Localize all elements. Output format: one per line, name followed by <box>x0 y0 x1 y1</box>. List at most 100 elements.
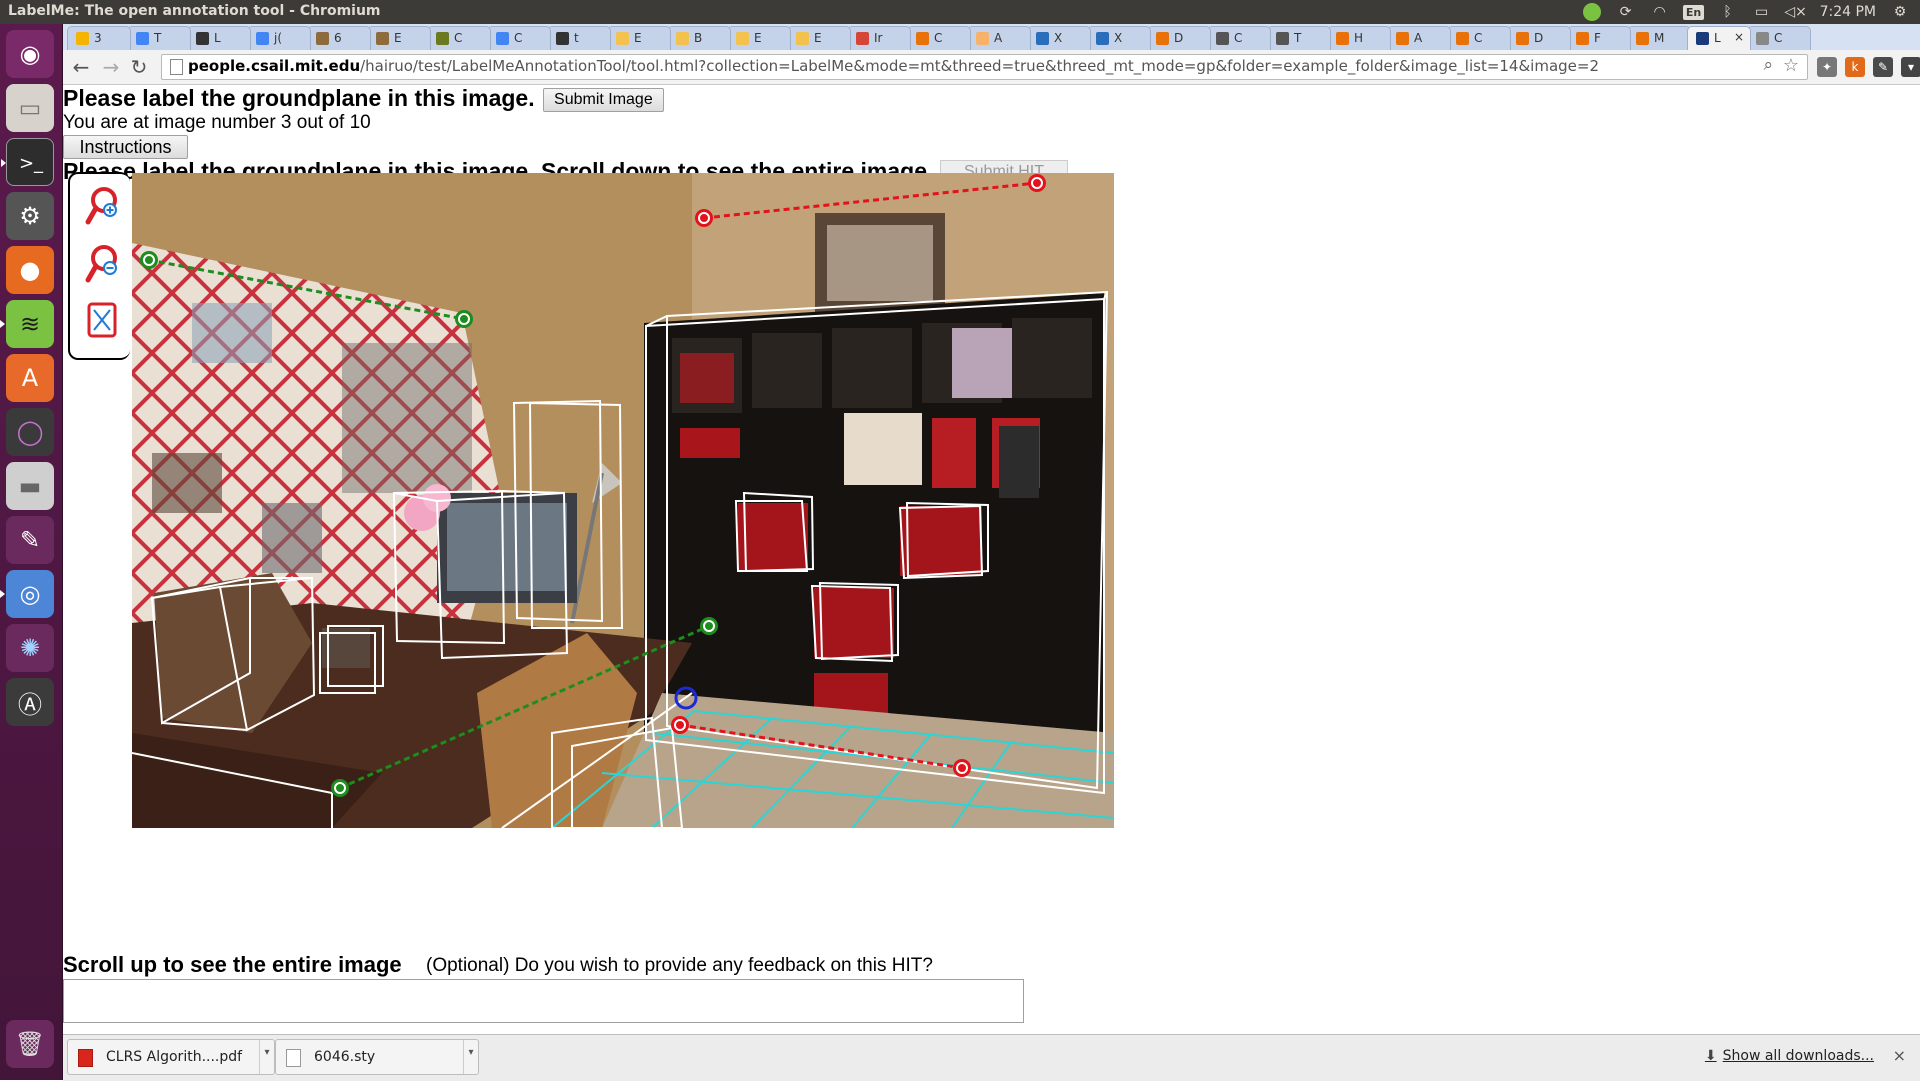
green-control-point[interactable] <box>700 617 718 635</box>
system-settings-icon[interactable]: ⚙ <box>6 192 54 240</box>
close-downloads-icon[interactable]: × <box>1893 1046 1906 1065</box>
bookmark-star-icon[interactable]: ☆ <box>1783 55 1799 76</box>
download-menu-chevron-icon[interactable]: ▾ <box>259 1040 274 1074</box>
extension-pen-icon[interactable]: ✎ <box>1873 57 1893 77</box>
browser-tab[interactable]: T <box>1267 26 1331 50</box>
tab-label: D <box>1534 31 1544 45</box>
terminal-icon[interactable]: >_ <box>1 138 54 186</box>
shotwell-icon[interactable]: ◯ <box>6 408 54 456</box>
clock[interactable]: 7:24 PM <box>1820 4 1876 20</box>
browser-toolbar: ← → ↻ people.csail.mit.edu/hairuo/test/L… <box>63 50 1920 85</box>
browser-tab[interactable]: E <box>787 26 851 50</box>
software-updater-icon[interactable]: Ⓐ <box>6 678 54 726</box>
browser-tab[interactable]: 3 <box>67 26 131 50</box>
browser-tab[interactable]: C <box>487 26 551 50</box>
browser-tab[interactable]: C <box>427 26 491 50</box>
dash-home-icon[interactable]: ◉ <box>6 30 54 78</box>
software-center-icon[interactable]: A <box>6 354 54 402</box>
app-swirl-icon[interactable]: ✺ <box>6 624 54 672</box>
tab-label: C <box>1774 31 1783 45</box>
tab-label: F <box>1594 31 1601 45</box>
download-arrow-icon: ⬇ <box>1704 1048 1717 1064</box>
browser-tab[interactable]: D <box>1507 26 1571 50</box>
firefox-icon[interactable]: ● <box>6 246 54 294</box>
browser-tab[interactable]: X <box>1087 26 1151 50</box>
battery-icon[interactable]: ▭ <box>1752 2 1772 22</box>
session-gear-icon[interactable]: ⚙ <box>1890 2 1910 22</box>
tab-label: C <box>1234 31 1243 45</box>
forward-button[interactable]: → <box>99 55 123 79</box>
browser-tab[interactable]: j( <box>247 26 311 50</box>
browser-tab[interactable]: D <box>1147 26 1211 50</box>
pocket-icon[interactable]: ▾ <box>1901 57 1920 77</box>
browser-tab[interactable]: C <box>1747 26 1811 50</box>
page-heading: Please label the groundplane in this ima… <box>63 85 664 114</box>
spotify-icon[interactable]: ≋ <box>0 300 54 348</box>
extension-k-icon[interactable]: k <box>1845 57 1865 77</box>
browser-tab[interactable]: F <box>1567 26 1631 50</box>
instructions-button[interactable]: Instructions <box>63 135 188 159</box>
reload-button[interactable]: ↻ <box>127 55 151 79</box>
browser-tab[interactable]: M <box>1627 26 1691 50</box>
download-menu-chevron-icon[interactable]: ▾ <box>463 1040 478 1074</box>
browser-tab[interactable]: H <box>1327 26 1391 50</box>
submit-image-button[interactable]: Submit Image <box>543 88 664 112</box>
text-editor-icon[interactable]: ✎ <box>6 516 54 564</box>
trash-icon[interactable]: 🗑 <box>6 1020 54 1068</box>
fit-to-screen-icon[interactable] <box>84 298 120 342</box>
browser-tab[interactable]: C <box>1207 26 1271 50</box>
annotation-canvas[interactable] <box>132 173 1114 828</box>
browser-tab[interactable]: Ir <box>847 26 911 50</box>
sync-indicator-icon[interactable]: ⟳ <box>1616 2 1636 22</box>
green-control-point[interactable] <box>140 251 158 269</box>
browser-tab[interactable]: L <box>187 26 251 50</box>
browser-tab[interactable]: A <box>1387 26 1451 50</box>
browser-tab[interactable]: B <box>667 26 731 50</box>
spotify-indicator-icon[interactable] <box>1582 2 1602 22</box>
address-bar[interactable]: people.csail.mit.edu/hairuo/test/LabelMe… <box>161 54 1808 80</box>
chromium-icon[interactable]: ◎ <box>0 570 54 618</box>
zoom-in-icon[interactable] <box>84 184 120 228</box>
red-control-point[interactable] <box>1028 174 1046 192</box>
browser-tab[interactable]: E <box>607 26 671 50</box>
browser-tab[interactable]: X <box>1027 26 1091 50</box>
browser-tab[interactable]: T <box>127 26 191 50</box>
page-content: Please label the groundplane in this ima… <box>63 85 1920 1034</box>
download-item-pdf[interactable]: CLRS Algorith....pdf ▾ <box>67 1039 275 1075</box>
red-control-point[interactable] <box>695 209 713 227</box>
window-title: LabelMe: The open annotation tool - Chro… <box>8 3 381 19</box>
extension-feather-icon[interactable]: ✦ <box>1817 57 1837 77</box>
close-tab-icon[interactable]: × <box>1734 30 1744 44</box>
tab-active[interactable]: L × <box>1687 26 1751 50</box>
green-control-point[interactable] <box>455 310 473 328</box>
tab-favicon-icon <box>616 32 629 45</box>
system-top-panel: LabelMe: The open annotation tool - Chro… <box>0 0 1920 24</box>
browser-tab[interactable]: C <box>1447 26 1511 50</box>
download-item-sty[interactable]: 6046.sty ▾ <box>275 1039 479 1075</box>
browser-tab[interactable]: t <box>547 26 611 50</box>
zoom-out-icon[interactable] <box>84 242 120 286</box>
tab-favicon-icon <box>496 32 509 45</box>
green-control-point[interactable] <box>331 779 349 797</box>
red-control-point[interactable] <box>671 716 689 734</box>
feedback-textarea[interactable] <box>63 979 1024 1023</box>
browser-tab[interactable]: E <box>727 26 791 50</box>
tab-favicon-icon <box>1396 32 1409 45</box>
keyboard-layout-indicator[interactable]: En <box>1682 2 1705 22</box>
browser-tab[interactable]: 6 <box>307 26 371 50</box>
zoom-icon[interactable]: ⌕ <box>1763 55 1773 75</box>
browser-tab[interactable]: A <box>967 26 1031 50</box>
tab-label: H <box>1354 31 1364 45</box>
tab-label: L <box>214 31 221 45</box>
files-icon[interactable]: ▭ <box>6 84 54 132</box>
browser-tab[interactable]: E <box>367 26 431 50</box>
drive-icon[interactable]: ▬ <box>6 462 54 510</box>
show-all-downloads-link[interactable]: ⬇ Show all downloads... <box>1705 1048 1874 1064</box>
volume-muted-icon[interactable]: ◁× <box>1784 2 1807 22</box>
browser-tab[interactable]: C <box>907 26 971 50</box>
back-button[interactable]: ← <box>69 55 93 79</box>
bluetooth-icon[interactable]: ᛒ <box>1718 2 1738 22</box>
wifi-icon[interactable]: ◠ <box>1650 2 1670 22</box>
tab-label: A <box>1414 31 1423 45</box>
red-control-point[interactable] <box>953 759 971 777</box>
